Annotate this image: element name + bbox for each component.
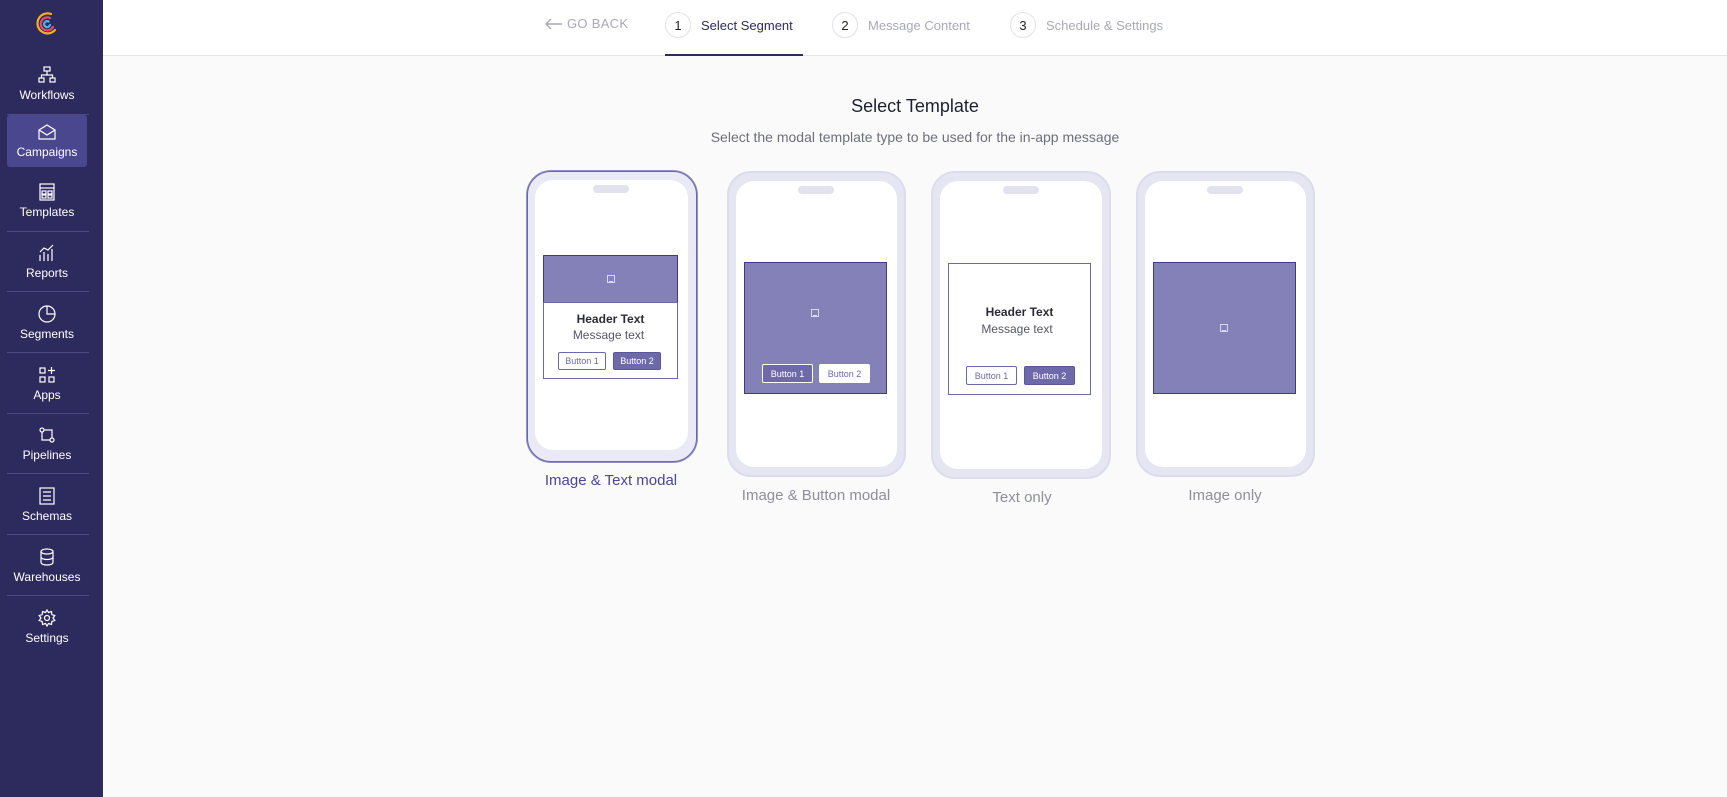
- phone-frame: Header Text Message text Button 1 Button…: [931, 171, 1111, 479]
- modal-button-1: Button 1: [558, 352, 606, 370]
- go-back-button[interactable]: GO BACK: [545, 16, 628, 31]
- schemas-icon: [39, 487, 55, 505]
- sidebar-divider: [7, 352, 89, 353]
- phone-screen: Header Text Message text Button 1 Button…: [535, 180, 688, 450]
- phone-notch: [1003, 186, 1039, 194]
- sidebar-item-label: Campaigns: [16, 145, 78, 159]
- sidebar-item-settings[interactable]: Settings: [7, 601, 87, 653]
- campaigns-icon: [38, 124, 56, 140]
- step-schedule-settings[interactable]: 3 Schedule & Settings: [1010, 12, 1163, 38]
- templates-icon: [39, 183, 55, 201]
- step-label: Message Content: [868, 17, 970, 33]
- step-label: Schedule & Settings: [1046, 17, 1164, 33]
- sidebar-item-schemas[interactable]: Schemas: [7, 479, 87, 531]
- sidebar-item-warehouses[interactable]: Warehouses: [7, 540, 87, 592]
- modal-button-2: Button 2: [613, 352, 661, 370]
- sidebar-item-reports[interactable]: Reports: [7, 236, 87, 288]
- phone-notch: [1207, 186, 1243, 194]
- modal-text-area: Header Text Message text Button 1 Button…: [948, 263, 1091, 395]
- sidebar-item-label: Segments: [19, 327, 75, 341]
- sidebar-item-label: Templates: [19, 205, 75, 219]
- modal-header-text: Header Text: [576, 312, 645, 326]
- phone-screen: Button 1 Button 2: [736, 181, 897, 467]
- phone-frame: Button 1 Button 2: [727, 171, 906, 477]
- sidebar-item-pipelines[interactable]: Pipelines: [7, 418, 87, 470]
- phone-screen: Header Text Message text Button 1 Button…: [940, 181, 1102, 469]
- step-number: 1: [665, 12, 691, 38]
- sidebar: Workflows Campaigns Templates Reports Se…: [0, 0, 103, 797]
- pipelines-icon: [39, 427, 55, 443]
- sidebar-divider: [7, 473, 89, 474]
- apps-icon: [39, 367, 55, 383]
- modal-message-text: Message text: [572, 328, 645, 342]
- step-number: 2: [832, 12, 858, 38]
- image-icon: [607, 275, 615, 283]
- sidebar-divider: [7, 413, 89, 414]
- phone-notch: [798, 186, 834, 194]
- sidebar-item-apps[interactable]: Apps: [7, 358, 87, 410]
- modal-button-2: Button 2: [1024, 366, 1075, 385]
- step-select-segment[interactable]: 1 Select Segment: [665, 12, 793, 38]
- modal-header-text: Header Text: [985, 305, 1054, 319]
- sidebar-divider: [7, 291, 89, 292]
- sidebar-item-label: Warehouses: [13, 570, 81, 584]
- modal-button-2: Button 2: [819, 364, 870, 383]
- modal-image-placeholder: [543, 255, 678, 303]
- phone-screen: [1145, 181, 1306, 467]
- warehouses-icon: [40, 548, 54, 566]
- page-subtitle: Select the modal template type to be use…: [710, 129, 1120, 145]
- sidebar-item-label: Pipelines: [22, 448, 72, 462]
- template-label: Image only: [1188, 487, 1262, 504]
- modal-button-1: Button 1: [762, 364, 813, 383]
- step-number: 3: [1010, 12, 1036, 38]
- image-icon: [1220, 324, 1228, 332]
- arrow-left-icon: [545, 18, 562, 29]
- modal-text-area: Header Text Message text Button 1 Button…: [543, 302, 678, 379]
- sidebar-divider: [7, 595, 89, 596]
- segments-icon: [38, 305, 56, 323]
- phone-frame: Header Text Message text Button 1 Button…: [527, 171, 697, 462]
- stepper-header: GO BACK 1 Select Segment 2 Message Conte…: [103, 0, 1727, 56]
- page-title: Select Template: [851, 96, 979, 116]
- sidebar-item-templates[interactable]: Templates: [7, 175, 87, 227]
- go-back-label: GO BACK: [567, 16, 629, 31]
- template-label: Text only: [992, 489, 1052, 506]
- sidebar-divider: [7, 534, 89, 535]
- sidebar-item-label: Apps: [33, 388, 61, 402]
- sidebar-item-workflows[interactable]: Workflows: [7, 58, 87, 110]
- modal-image-placeholder: [1153, 262, 1296, 394]
- step-label: Select Segment: [701, 17, 793, 33]
- app-logo-icon[interactable]: [35, 11, 59, 37]
- step-message-content[interactable]: 2 Message Content: [832, 12, 970, 38]
- image-icon: [811, 309, 819, 317]
- sidebar-item-segments[interactable]: Segments: [7, 297, 87, 349]
- workflows-icon: [38, 66, 56, 83]
- template-label: Image & Button modal: [741, 487, 891, 504]
- reports-icon: [39, 244, 54, 261]
- sidebar-item-label: Reports: [25, 266, 69, 280]
- sidebar-item-campaigns[interactable]: Campaigns: [7, 115, 87, 167]
- sidebar-item-label: Workflows: [19, 88, 75, 102]
- sidebar-divider: [7, 231, 89, 232]
- modal-image-placeholder: Button 1 Button 2: [744, 262, 887, 394]
- modal-button-1: Button 1: [966, 366, 1017, 385]
- sidebar-item-label: Settings: [25, 631, 69, 645]
- modal-message-text: Message text: [981, 322, 1053, 336]
- sidebar-item-label: Schemas: [21, 509, 73, 523]
- active-step-indicator: [665, 54, 803, 56]
- phone-frame: [1136, 171, 1315, 477]
- settings-icon: [38, 609, 56, 627]
- phone-notch: [593, 185, 629, 193]
- template-label: Image & Text modal: [544, 472, 678, 489]
